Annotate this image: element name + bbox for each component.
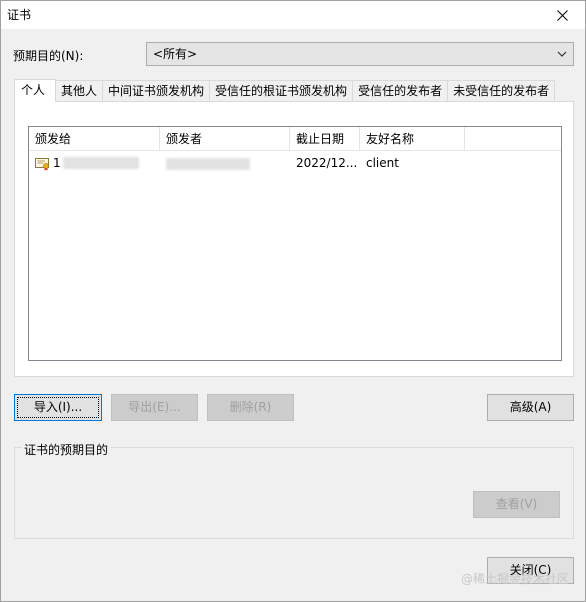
table-row[interactable]: 1 2022/12... client [29, 152, 561, 174]
advanced-button[interactable]: 高级(A) [487, 394, 574, 421]
tab-panel: 颁发给 颁发者 截止日期 友好名称 1 2022/12... client [14, 101, 574, 377]
purpose-label: 预期目的(N): [13, 49, 84, 63]
cell-issued-by [160, 152, 290, 174]
title-bar: 证书 [1, 1, 585, 29]
redacted-text [62, 157, 139, 169]
store-tabs: 个人 其他人 中间证书颁发机构 受信任的根证书颁发机构 受信任的发布者 未受信任… [14, 79, 556, 102]
window-title: 证书 [7, 8, 32, 22]
issued-to-value: 1 [53, 156, 61, 170]
view-button[interactable]: 查看(V) [473, 491, 560, 518]
redacted-text [166, 157, 250, 170]
chevron-down-icon [557, 43, 567, 74]
tab-other-people[interactable]: 其他人 [55, 80, 104, 102]
tab-intermediate-ca[interactable]: 中间证书颁发机构 [102, 80, 211, 102]
certificate-icon [35, 156, 51, 171]
list-header: 颁发给 颁发者 截止日期 友好名称 [29, 127, 561, 151]
tab-untrusted-publishers[interactable]: 未受信任的发布者 [447, 80, 556, 102]
cell-expiry-date: 2022/12... [296, 156, 358, 170]
tab-trusted-root-ca[interactable]: 受信任的根证书颁发机构 [209, 80, 354, 102]
tab-trusted-publishers[interactable]: 受信任的发布者 [352, 80, 449, 102]
cell-issued-to: 1 [29, 152, 160, 174]
certificate-purposes-group: 证书的预期目的 查看(V) [14, 441, 574, 539]
close-icon [556, 9, 568, 21]
column-friendly-name[interactable]: 友好名称 [360, 127, 465, 151]
cell-friendly-name: client [366, 156, 399, 170]
column-issued-by[interactable]: 颁发者 [160, 127, 290, 151]
export-button[interactable]: 导出(E)... [111, 394, 198, 421]
purpose-dropdown[interactable]: <所有> [146, 42, 574, 66]
watermark: @稀土掘金技术社区 [460, 572, 569, 586]
column-issued-to[interactable]: 颁发给 [29, 127, 160, 151]
certificate-list[interactable]: 颁发给 颁发者 截止日期 友好名称 1 2022/12... client [28, 126, 562, 361]
remove-button[interactable]: 删除(R) [207, 394, 294, 421]
column-expiry-date[interactable]: 截止日期 [290, 127, 360, 151]
tab-personal[interactable]: 个人 [14, 79, 57, 102]
certificates-dialog: 证书 预期目的(N): <所有> 个人 其他人 中间证书颁发机构 受信任的根证书… [0, 0, 586, 602]
import-button[interactable]: 导入(I)... [14, 394, 102, 421]
purpose-selected-value: <所有> [153, 47, 198, 61]
close-window-button[interactable] [539, 1, 585, 29]
group-label: 证书的预期目的 [22, 441, 111, 458]
